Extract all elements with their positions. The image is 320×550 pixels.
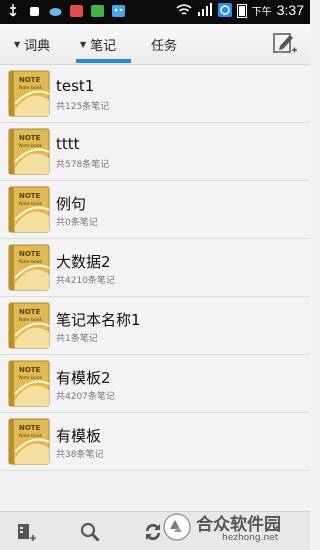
notebook-list-item[interactable]: NOTE Note book test1 共125条笔记 <box>0 65 310 123</box>
sync-icon[interactable] <box>142 521 164 543</box>
tab-notes[interactable]: ▼ 笔记 <box>80 24 116 64</box>
battery-icon <box>236 3 247 18</box>
tab-tasks[interactable]: 任务 <box>151 24 177 64</box>
notebook-icon: NOTENote book <box>8 186 50 233</box>
notebook-title: 大数据2 <box>56 253 111 271</box>
notebook-icon-text: NOTE <box>19 366 41 374</box>
notebook-title: 有模板 <box>56 427 102 445</box>
notebook-count: 共0条笔记 <box>56 218 98 228</box>
active-tab-indicator <box>76 59 131 63</box>
notebook-title: test1 <box>56 77 95 95</box>
notebook-icon: NOTENote book <box>8 244 50 291</box>
signal-icon <box>197 3 212 16</box>
watermark: 合众软件园 hezhong.net <box>162 512 302 544</box>
notebook-icon: NOTENote book <box>8 128 50 175</box>
watermark-text: 合众软件园 <box>196 515 281 535</box>
notebook-list-item[interactable]: NOTE Note book 例句共0条笔记 <box>0 181 310 239</box>
status-ampm: 下午 <box>251 6 272 18</box>
notebook-icon-subtext: Note book <box>19 317 42 323</box>
usb-icon <box>9 4 17 17</box>
notebook-count: 共578条笔记 <box>56 160 110 170</box>
notebook-icon-subtext: Note book <box>19 433 42 439</box>
android-debug-icon <box>30 7 39 16</box>
notebook-count: 共1条笔记 <box>56 334 98 344</box>
notebook-icon-text: NOTE <box>19 308 41 316</box>
notebook-icon-subtext: Note book <box>19 143 42 149</box>
notebook-icon: NOTENote book <box>8 418 50 465</box>
notebook-count: 共4210条笔记 <box>56 276 115 286</box>
notebook-list-item[interactable]: NOTE Note book 有模板共38条笔记 <box>0 413 310 471</box>
notebook-count: 共125条笔记 <box>56 102 110 112</box>
watermark-logo-icon <box>163 513 191 541</box>
notebook-list-item[interactable]: NOTE Note book 大数据2 共4210条笔记 <box>0 239 310 297</box>
notebook-list-item[interactable]: NOTE Note book 笔记本名称1 共1条笔记 <box>0 297 310 355</box>
tab-bar: ▼ 词典 ▼ 笔记 任务 <box>0 24 310 65</box>
notebook-icon-text: NOTE <box>19 250 41 258</box>
notebook-count: 共4207条笔记 <box>56 392 115 402</box>
notebook-icon-subtext: Note book <box>19 201 42 207</box>
bottom-toolbar: 合众软件园 hezhong.net <box>0 511 310 550</box>
wifi-icon <box>176 4 192 15</box>
notebook-icon: NOTENote book <box>8 360 50 407</box>
search-icon[interactable] <box>79 521 101 543</box>
notebook-list-item[interactable]: NOTE Note book 有模板2 共4207条笔记 <box>0 355 310 413</box>
new-notebook-icon[interactable] <box>15 521 37 543</box>
notebook-icon-subtext: Note book <box>19 375 42 381</box>
watermark-url: hezhong.net <box>222 533 279 543</box>
notebook-title: tttt <box>56 135 80 153</box>
dropdown-triangle-icon: ▼ <box>14 39 21 49</box>
status-time: 3:37 <box>276 2 304 18</box>
notebook-icon-text: NOTE <box>19 192 41 200</box>
notebook-icon: NOTENote book <box>8 70 50 117</box>
notebook-icon-text: NOTE <box>19 424 41 432</box>
notebook-count: 共38条笔记 <box>56 450 104 460</box>
notebook-icon-subtext: Note book <box>19 85 42 91</box>
app-notification-icon <box>112 5 125 17</box>
tab-tasks-label: 任务 <box>151 38 178 54</box>
notebook-list-item[interactable]: NOTE Note book tttt 共578条笔记 <box>0 123 310 181</box>
notebook-icon-subtext: Note book <box>19 259 42 265</box>
tab-dictionary[interactable]: ▼ 词典 <box>14 24 50 64</box>
notebook-icon-text: NOTE <box>19 76 41 84</box>
dropdown-triangle-icon: ▼ <box>80 39 87 49</box>
alarm-icon <box>217 3 232 17</box>
notification-icon-red <box>70 5 83 17</box>
weather-icon <box>49 8 62 16</box>
tab-notes-label: 笔记 <box>90 38 117 54</box>
notebook-title: 有模板2 <box>56 369 111 387</box>
tab-dictionary-label: 词典 <box>24 38 51 54</box>
notebook-list: NOTE Note book test1 共125条笔记 NOTE Note book tt… <box>0 65 310 471</box>
notebook-title: 笔记本名称1 <box>56 311 141 329</box>
notebook-icon-text: NOTE <box>19 134 41 142</box>
notification-icon-green <box>91 5 104 17</box>
new-note-icon[interactable] <box>272 30 298 56</box>
notebook-icon: NOTENote book <box>8 302 50 349</box>
status-bar: 下午 3:37 <box>0 0 310 24</box>
notebook-title: 例句 <box>56 195 87 213</box>
